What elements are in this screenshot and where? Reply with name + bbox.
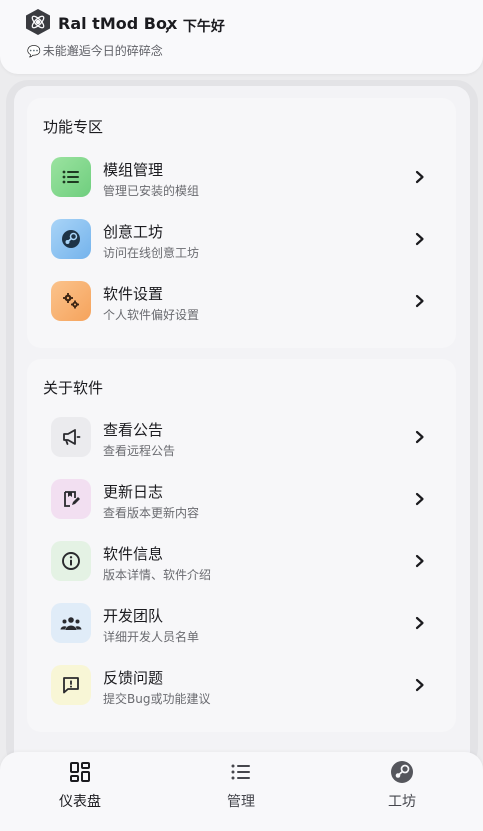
chevron-right-icon: [415, 616, 424, 630]
nav-tab-workshop[interactable]: 工坊: [342, 752, 462, 831]
item-title: 更新日志: [103, 483, 164, 501]
nav-tab-dashboard[interactable]: 仪表盘: [20, 752, 140, 831]
item-desc: 提交Bug或功能建议: [103, 692, 211, 706]
app-title: Ral tMod Box: [58, 14, 178, 33]
list-icon: [231, 764, 250, 780]
team-icon: [51, 603, 91, 643]
nav-tab-manage[interactable]: 管理: [181, 752, 301, 831]
menu-item-changelog[interactable]: 更新日志 查看版本更新内容: [27, 471, 456, 527]
nav-label: 仪表盘: [59, 794, 101, 810]
item-desc: 查看远程公告: [103, 444, 176, 458]
item-desc: 版本详情、软件介绍: [103, 568, 212, 582]
menu-item-feedback[interactable]: 反馈问题 提交Bug或功能建议: [27, 657, 456, 713]
chevron-right-icon: [415, 294, 424, 308]
chevron-right-icon: [415, 430, 424, 444]
item-title: 反馈问题: [103, 669, 164, 687]
info-icon: [51, 541, 91, 581]
item-desc: 访问在线创意工坊: [103, 246, 200, 260]
nav-label: 工坊: [388, 794, 416, 810]
menu-item-software-info[interactable]: 软件信息 版本详情、软件介绍: [27, 533, 456, 589]
bottom-navigation: 仪表盘 管理 工坊: [0, 752, 483, 831]
megaphone-icon: [51, 417, 91, 457]
chevron-right-icon: [415, 170, 424, 184]
list-icon: [51, 157, 91, 197]
item-desc: 管理已安装的模组: [103, 184, 200, 198]
top-header: Ral tMod Box ， 下午好 💬 未能邂逅今日的碎碎念: [0, 0, 483, 74]
daily-message: 💬 未能邂逅今日的碎碎念: [27, 42, 163, 59]
menu-item-dev-team[interactable]: 开发团队 详细开发人员名单: [27, 595, 456, 651]
daily-message-text: 未能邂逅今日的碎碎念: [42, 44, 163, 58]
speech-bubble-icon: 💬: [27, 45, 41, 58]
section-features: 功能专区 模组管理 管理已安装的模组 创意工坊 访问在线创意工坊 软件设置 个人…: [27, 98, 456, 348]
item-title: 开发团队: [103, 607, 164, 625]
steam-icon: [391, 761, 413, 783]
chevron-right-icon: [415, 492, 424, 506]
edit-note-icon: [51, 479, 91, 519]
menu-item-workshop[interactable]: 创意工坊 访问在线创意工坊: [27, 211, 456, 267]
item-title: 模组管理: [103, 161, 164, 179]
item-title: 软件设置: [103, 285, 164, 303]
item-desc: 查看版本更新内容: [103, 506, 200, 520]
section-about: 关于软件 查看公告 查看远程公告 更新日志 查看版本更新内容 软件信息 版本详情…: [27, 359, 456, 732]
greeting-text: ， 下午好: [164, 19, 225, 35]
item-desc: 个人软件偏好设置: [103, 308, 200, 322]
gears-icon: [51, 281, 91, 321]
chevron-right-icon: [415, 678, 424, 692]
item-desc: 详细开发人员名单: [103, 630, 200, 644]
section-title: 关于软件: [43, 379, 104, 397]
item-title: 软件信息: [103, 545, 164, 563]
steam-icon: [51, 219, 91, 259]
section-title: 功能专区: [43, 118, 104, 136]
menu-item-settings[interactable]: 软件设置 个人软件偏好设置: [27, 273, 456, 329]
item-title: 创意工坊: [103, 223, 164, 241]
nav-label: 管理: [227, 794, 255, 810]
chevron-right-icon: [415, 554, 424, 568]
dashboard-icon: [70, 762, 90, 782]
menu-item-announcements[interactable]: 查看公告 查看远程公告: [27, 409, 456, 465]
chevron-right-icon: [415, 232, 424, 246]
feedback-icon: [51, 665, 91, 705]
menu-item-mod-manage[interactable]: 模组管理 管理已安装的模组: [27, 149, 456, 205]
item-title: 查看公告: [103, 421, 164, 439]
app-logo-icon: [26, 9, 50, 35]
